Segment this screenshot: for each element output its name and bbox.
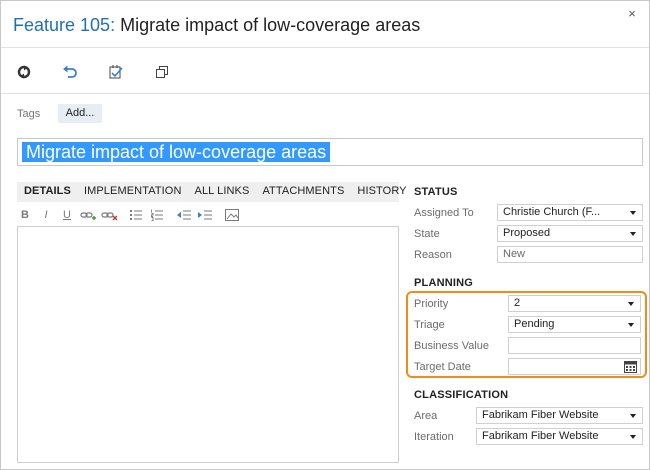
area-dropdown[interactable]: Fabrikam Fiber Website [476, 407, 643, 424]
increase-indent-button[interactable] [197, 207, 213, 223]
indent-icon [198, 210, 212, 220]
chevron-down-icon [630, 435, 636, 439]
target-date-input[interactable] [508, 358, 641, 375]
planning-section-heading: PLANNING [414, 277, 474, 289]
iteration-dropdown[interactable]: Fabrikam Fiber Website [476, 428, 643, 445]
title-input[interactable]: Migrate impact of low-coverage areas [17, 138, 643, 166]
refresh-icon [17, 65, 31, 79]
tab-all-links[interactable]: ALL LINKS [188, 182, 256, 202]
reason-field[interactable]: New [497, 246, 643, 263]
tab-implementation[interactable]: IMPLEMENTATION [77, 182, 188, 202]
copy-icon [156, 66, 168, 78]
image-icon [225, 209, 239, 221]
tab-attachments[interactable]: ATTACHMENTS [255, 182, 350, 202]
target-date-label: Target Date [414, 361, 471, 373]
underline-button[interactable]: U [59, 207, 75, 223]
copy-template-icon [109, 65, 123, 79]
undo-icon [63, 65, 77, 78]
business-value-input[interactable] [508, 337, 641, 354]
numbered-list-icon [151, 209, 163, 221]
copy-template-button[interactable] [105, 61, 127, 83]
priority-value: 2 [514, 297, 521, 309]
area-value: Fabrikam Fiber Website [482, 409, 599, 421]
toolbar-divider [1, 93, 649, 94]
header-divider [1, 47, 649, 48]
description-editor[interactable] [17, 226, 399, 463]
outdent-icon [177, 210, 191, 220]
status-section-heading: STATUS [414, 186, 458, 198]
priority-dropdown[interactable]: 2 [508, 295, 641, 312]
italic-button[interactable]: I [38, 207, 54, 223]
chevron-down-icon [630, 232, 636, 236]
reason-value: New [503, 248, 526, 260]
bold-button[interactable]: B [17, 207, 33, 223]
insert-image-button[interactable] [224, 207, 240, 223]
iteration-value: Fabrikam Fiber Website [482, 430, 599, 442]
tab-history[interactable]: HISTORY [350, 182, 412, 202]
refresh-button[interactable] [13, 61, 35, 83]
work-item-title-text: Migrate impact of low-coverage areas [120, 15, 421, 35]
business-value-label: Business Value [414, 340, 490, 352]
triage-dropdown[interactable]: Pending [508, 316, 641, 333]
state-value: Proposed [503, 227, 551, 239]
insert-link-button[interactable] [80, 207, 96, 223]
work-item-toolbar [13, 61, 197, 83]
assigned-to-value: Christie Church (F... [503, 206, 601, 218]
rich-text-toolbar: B I U [17, 206, 399, 224]
undo-button[interactable] [59, 61, 81, 83]
chevron-down-icon [628, 323, 634, 327]
close-icon[interactable]: × [625, 7, 639, 21]
work-item-type-label: Feature 105: [13, 15, 116, 35]
calendar-icon[interactable] [624, 360, 637, 373]
dialog-title: Feature 105: Migrate impact of low-cover… [13, 15, 420, 36]
tab-details[interactable]: DETAILS [17, 182, 77, 202]
numbered-list-button[interactable] [149, 207, 165, 223]
area-label: Area [414, 410, 438, 422]
chevron-down-icon [628, 302, 634, 306]
add-tag-button[interactable]: Add... [58, 104, 102, 123]
title-input-selected-text: Migrate impact of low-coverage areas [22, 142, 331, 162]
copy-button[interactable] [151, 61, 173, 83]
classification-section-heading: CLASSIFICATION [414, 389, 509, 401]
triage-label: Triage [414, 319, 445, 331]
state-dropdown[interactable]: Proposed [497, 225, 643, 242]
unlink-icon [101, 212, 117, 221]
assigned-to-label: Assigned To [414, 207, 474, 219]
work-item-dialog: Feature 105: Migrate impact of low-cover… [0, 0, 650, 470]
priority-label: Priority [414, 298, 449, 310]
reason-label: Reason [414, 249, 452, 261]
form-tabs: DETAILS IMPLEMENTATION ALL LINKS ATTACHM… [17, 182, 407, 202]
decrease-indent-button[interactable] [176, 207, 192, 223]
tags-label: Tags [17, 108, 41, 120]
iteration-label: Iteration [414, 431, 454, 443]
link-icon [80, 212, 96, 220]
remove-link-button[interactable] [101, 207, 117, 223]
state-label: State [414, 228, 440, 240]
triage-value: Pending [514, 318, 555, 330]
chevron-down-icon [630, 414, 636, 418]
assigned-to-dropdown[interactable]: Christie Church (F... [497, 204, 643, 221]
bulleted-list-button[interactable] [128, 207, 144, 223]
chevron-down-icon [630, 211, 636, 215]
bulleted-list-icon [130, 210, 142, 220]
